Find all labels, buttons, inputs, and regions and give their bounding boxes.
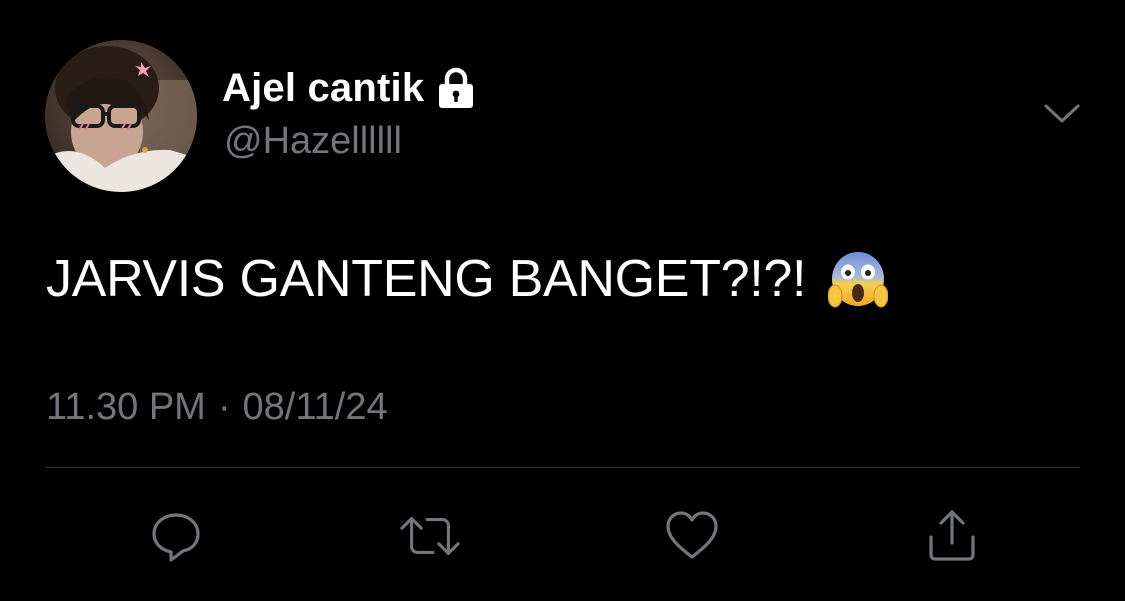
lock-icon [436,67,476,109]
share-button[interactable] [920,506,984,566]
share-icon [929,510,975,561]
reply-icon [152,513,200,562]
avatar[interactable] [45,40,197,192]
like-button[interactable] [660,506,724,566]
tweet-text: JARVIS GANTENG BANGET?!?! [46,244,889,314]
profile-photo-icon [45,40,197,192]
timestamp-separator: · [217,386,231,428]
chevron-down-icon [1044,104,1080,123]
tweet-timestamp: 11.30 PM · 08/11/24 [46,386,388,429]
tweet-time: 11.30 PM [46,386,206,428]
more-options-button[interactable] [1040,96,1084,132]
display-name[interactable]: Ajel cantik [222,66,424,111]
user-name-row: Ajel cantik [222,64,476,112]
tweet-detail: Ajel cantik @Hazellllll JARVIS GANTENG B… [0,0,1125,601]
user-handle[interactable]: @Hazellllll [224,120,402,163]
retweet-icon [400,516,460,556]
divider [46,467,1080,468]
tweet-body: JARVIS GANTENG BANGET?!?! [46,250,807,308]
screaming-face-emoji-icon [827,248,889,310]
tweet-date: 08/11/24 [242,386,388,428]
heart-icon [666,511,718,559]
reply-button[interactable] [144,506,208,566]
retweet-button[interactable] [398,506,462,566]
